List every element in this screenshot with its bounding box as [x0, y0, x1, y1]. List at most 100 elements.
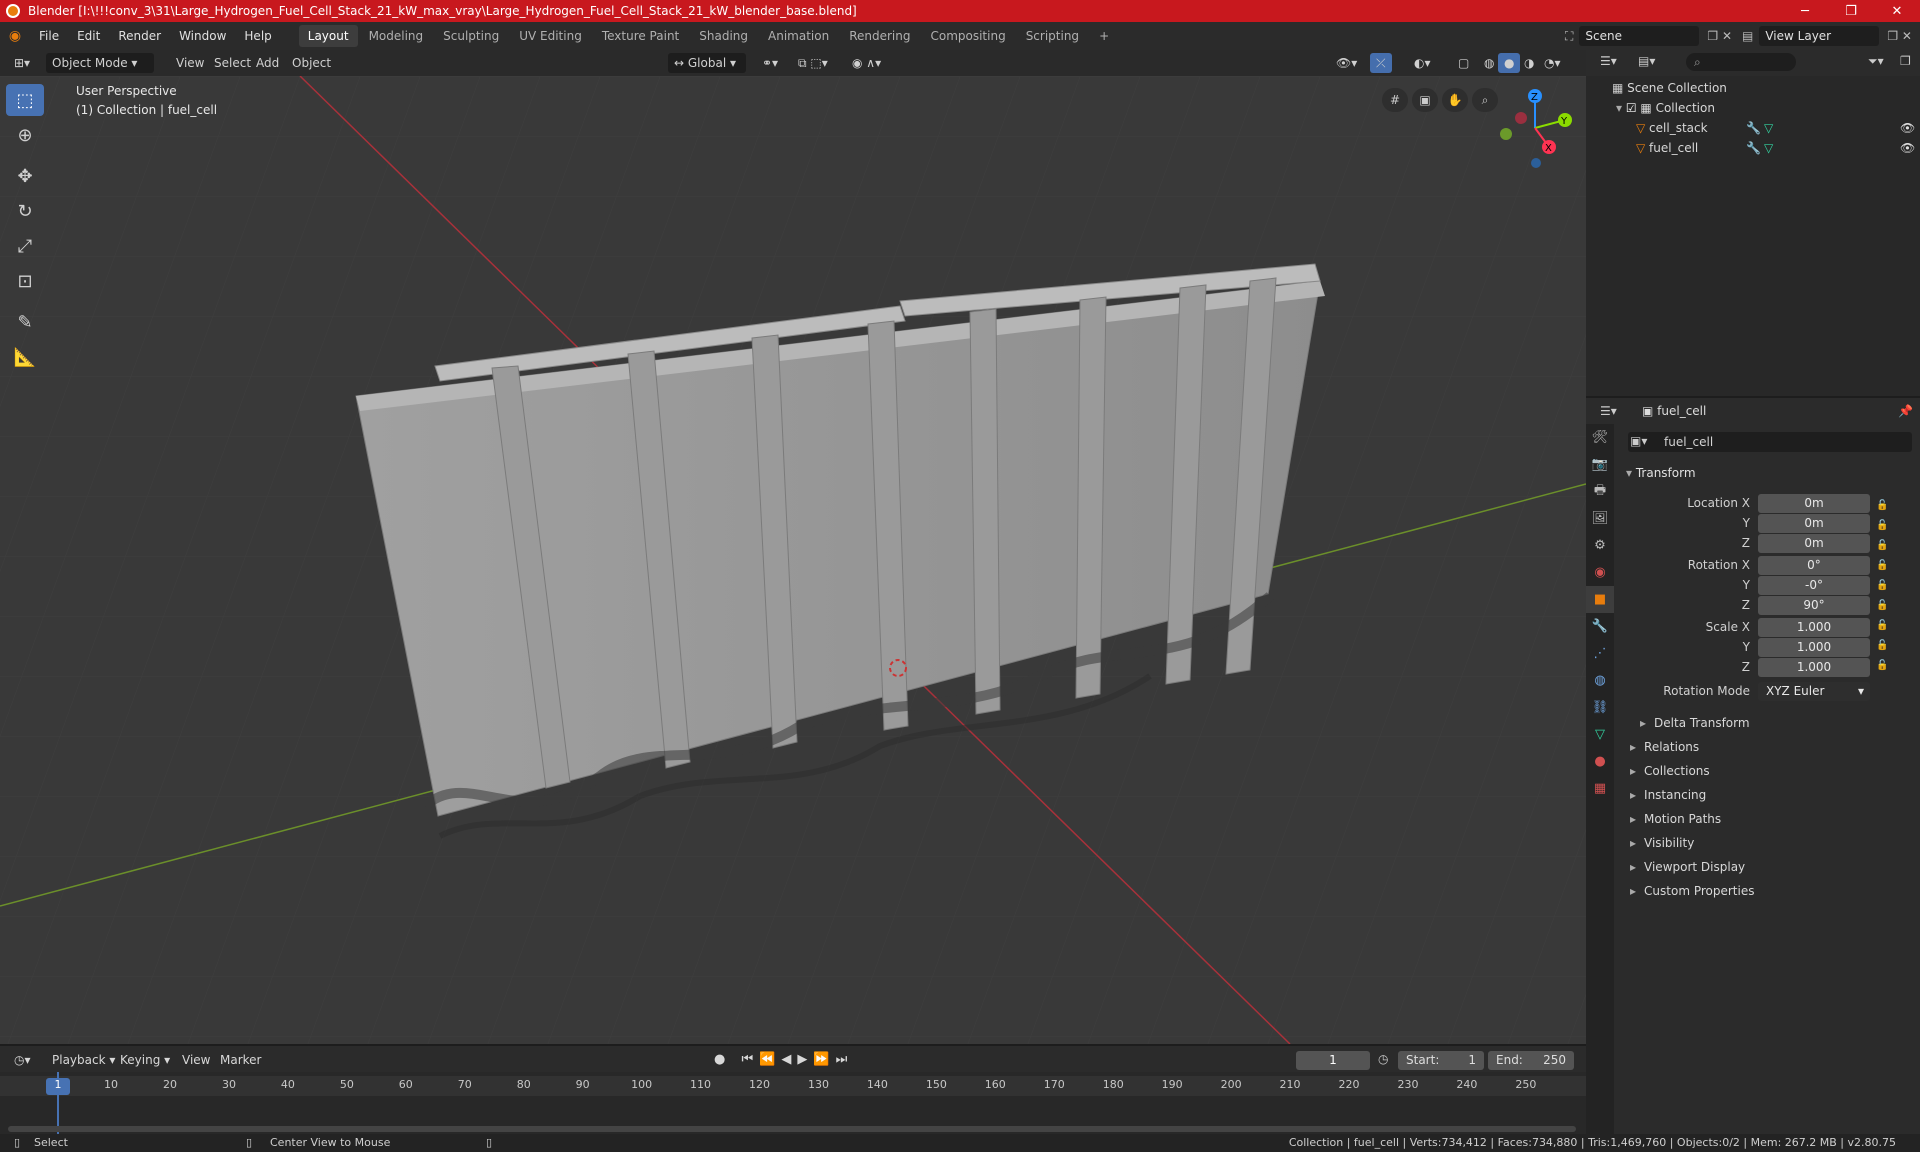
end-frame-field[interactable]: End: 250	[1488, 1051, 1574, 1070]
tab-sculpting[interactable]: Sculpting	[434, 25, 508, 47]
timeline-view-menu[interactable]: View	[176, 1050, 216, 1070]
menu-help[interactable]: Help	[235, 22, 280, 50]
relations-section[interactable]: Relations	[1630, 740, 1699, 754]
lock-icons[interactable]: 🔓 🔓 🔓 🔓 🔓 🔓 🔓 🔓 🔓	[1876, 496, 1888, 676]
modifier-wrench-icon[interactable]: 🔧	[1746, 118, 1761, 138]
motion-paths-section[interactable]: Motion Paths	[1630, 812, 1721, 826]
new-collection-icon[interactable]: ❐	[1900, 54, 1911, 68]
mode-dropdown[interactable]: Object Mode ▾	[46, 53, 154, 73]
tab-rendering[interactable]: Rendering	[840, 25, 919, 47]
filter-icon[interactable]: ⏷▾	[1868, 54, 1884, 69]
proportional-edit-icon[interactable]: ◉ ∧▾	[846, 53, 887, 73]
blender-menu-icon[interactable]: ◉	[0, 28, 30, 44]
outliner-item-fuel-cell[interactable]: ▽ fuel_cell 🔧 ▽ 👁	[1636, 138, 1920, 158]
view-layer-icon[interactable]: ▤	[1742, 29, 1753, 43]
tab-layout[interactable]: Layout	[298, 25, 358, 47]
location-z-field[interactable]: 0m	[1758, 534, 1870, 553]
playback-controls[interactable]: ● ⏮⏪◀▶⏩⏭	[708, 1050, 859, 1070]
scene-selector[interactable]: Scene	[1579, 26, 1700, 46]
cursor-icon[interactable]: ⊕	[6, 119, 44, 151]
marker-menu[interactable]: Marker	[214, 1050, 267, 1070]
select-box-icon[interactable]: ⬚	[6, 84, 44, 116]
tab-modeling[interactable]: Modeling	[360, 25, 433, 47]
custom-properties-section[interactable]: Custom Properties	[1630, 884, 1754, 898]
scale-z-field[interactable]: 1.000	[1758, 658, 1870, 677]
texture-tab-icon[interactable]: ▦	[1586, 775, 1614, 802]
instancing-section[interactable]: Instancing	[1630, 788, 1706, 802]
eye-visibility-icon[interactable]: 👁	[1900, 118, 1915, 138]
properties-editor-icon[interactable]: ☰▾	[1600, 404, 1617, 418]
modifier-tab-icon[interactable]: 🔧	[1586, 613, 1614, 640]
transform-icon[interactable]: ⊡	[6, 265, 44, 297]
pivot-icon[interactable]: ⚭▾	[756, 53, 784, 73]
camera-icon[interactable]: ▣	[1412, 88, 1438, 112]
menu-edit[interactable]: Edit	[68, 22, 109, 50]
render-tab-icon[interactable]: 📷	[1586, 451, 1614, 478]
outliner-editor-icon[interactable]: ☰▾	[1600, 54, 1617, 68]
pan-hand-icon[interactable]: ✋	[1442, 88, 1468, 112]
gizmo-toggle-icon[interactable]: ⤫	[1370, 53, 1392, 73]
current-frame-field[interactable]: 1	[1296, 1051, 1370, 1070]
tab-shading[interactable]: Shading	[690, 25, 757, 47]
tab-uv-editing[interactable]: UV Editing	[510, 25, 591, 47]
tab-texture-paint[interactable]: Texture Paint	[593, 25, 688, 47]
outliner-collection[interactable]: ▾ ☑ ▦ Collection	[1616, 98, 1715, 118]
restore-button[interactable]: ❐	[1828, 4, 1874, 19]
delta-transform-section[interactable]: Delta Transform	[1640, 716, 1750, 730]
tab-compositing[interactable]: Compositing	[921, 25, 1014, 47]
output-tab-icon[interactable]: 🖶	[1586, 478, 1614, 505]
timeline-track[interactable]: 1 10 20 30 40 50 60 70 80 90 100 110 120 130 140 150 160…	[0, 1072, 1586, 1136]
add-workspace-button[interactable]: +	[1090, 25, 1118, 47]
xray-icon[interactable]: ▢	[1452, 53, 1475, 73]
physics-tab-icon[interactable]: ◍	[1586, 667, 1614, 694]
tool-settings-tab-icon[interactable]: 🛠	[1586, 424, 1614, 451]
pin-icon[interactable]: 📌	[1898, 404, 1913, 418]
menu-object[interactable]: Object	[286, 53, 337, 73]
view-layer-selector[interactable]: View Layer	[1759, 26, 1880, 46]
rotate-icon[interactable]: ↻	[6, 195, 44, 227]
menu-file[interactable]: File	[30, 22, 68, 50]
outliner-scene-collection[interactable]: ▦ Scene Collection	[1612, 78, 1727, 98]
minimize-button[interactable]: ─	[1782, 4, 1828, 19]
outliner-item-cell-stack[interactable]: ▽ cell_stack 🔧 ▽ 👁	[1636, 118, 1920, 138]
editor-type-icon[interactable]: ⊞▾	[8, 53, 36, 73]
outliner-search-input[interactable]: ⌕	[1686, 53, 1796, 71]
close-button[interactable]: ✕	[1874, 4, 1920, 19]
visibility-icon[interactable]: 👁▾	[1330, 53, 1363, 73]
collections-section[interactable]: Collections	[1630, 764, 1710, 778]
data-tab-icon[interactable]: ▽	[1586, 721, 1614, 748]
location-y-field[interactable]: 0m	[1758, 514, 1870, 533]
menu-window[interactable]: Window	[170, 22, 235, 50]
scale-icon[interactable]: ⤢	[6, 230, 44, 262]
location-x-field[interactable]: 0m	[1758, 494, 1870, 513]
orientation-dropdown[interactable]: ↔ Global ▾	[668, 53, 746, 73]
annotate-icon[interactable]: ✎	[6, 306, 44, 338]
rotation-y-field[interactable]: -0°	[1758, 576, 1870, 595]
checkbox-icon[interactable]: ☑	[1626, 101, 1641, 115]
scene-icon[interactable]: ⛶	[1565, 29, 1573, 44]
orientation-gizmo[interactable]: Z Y X	[1490, 82, 1580, 168]
preview-range-icon[interactable]: ◷	[1378, 1052, 1388, 1066]
eye-visibility-icon[interactable]: 👁	[1900, 138, 1915, 158]
constraints-tab-icon[interactable]: ⛓	[1586, 694, 1614, 721]
playback-menu[interactable]: Playback ▾	[46, 1050, 121, 1070]
modifier-wrench-icon[interactable]: 🔧	[1746, 138, 1761, 158]
tab-scripting[interactable]: Scripting	[1017, 25, 1088, 47]
overlay-icon[interactable]: ◐▾	[1408, 53, 1437, 73]
tab-animation[interactable]: Animation	[759, 25, 838, 47]
menu-view[interactable]: View	[170, 53, 210, 73]
scale-y-field[interactable]: 1.000	[1758, 638, 1870, 657]
visibility-section[interactable]: Visibility	[1630, 836, 1694, 850]
view-layer-tab-icon[interactable]: 🖼	[1586, 505, 1614, 532]
start-frame-field[interactable]: Start: 1	[1398, 1051, 1484, 1070]
rotation-mode-dropdown[interactable]: XYZ Euler ▾	[1758, 682, 1870, 701]
viewport-display-section[interactable]: Viewport Display	[1630, 860, 1745, 874]
mesh-data-icon[interactable]: ▽	[1764, 138, 1773, 158]
world-tab-icon[interactable]: ◉	[1586, 559, 1614, 586]
timeline-editor-icon[interactable]: ◷▾	[8, 1050, 37, 1070]
view-layer-new-icon[interactable]: ❐ ✕	[1887, 29, 1912, 43]
object-tab-icon[interactable]: ■	[1586, 586, 1614, 613]
move-icon[interactable]: ✥	[6, 160, 44, 192]
snap-icon[interactable]: ⧉ ⬚▾	[792, 53, 834, 73]
keying-menu[interactable]: Keying ▾	[114, 1050, 176, 1070]
